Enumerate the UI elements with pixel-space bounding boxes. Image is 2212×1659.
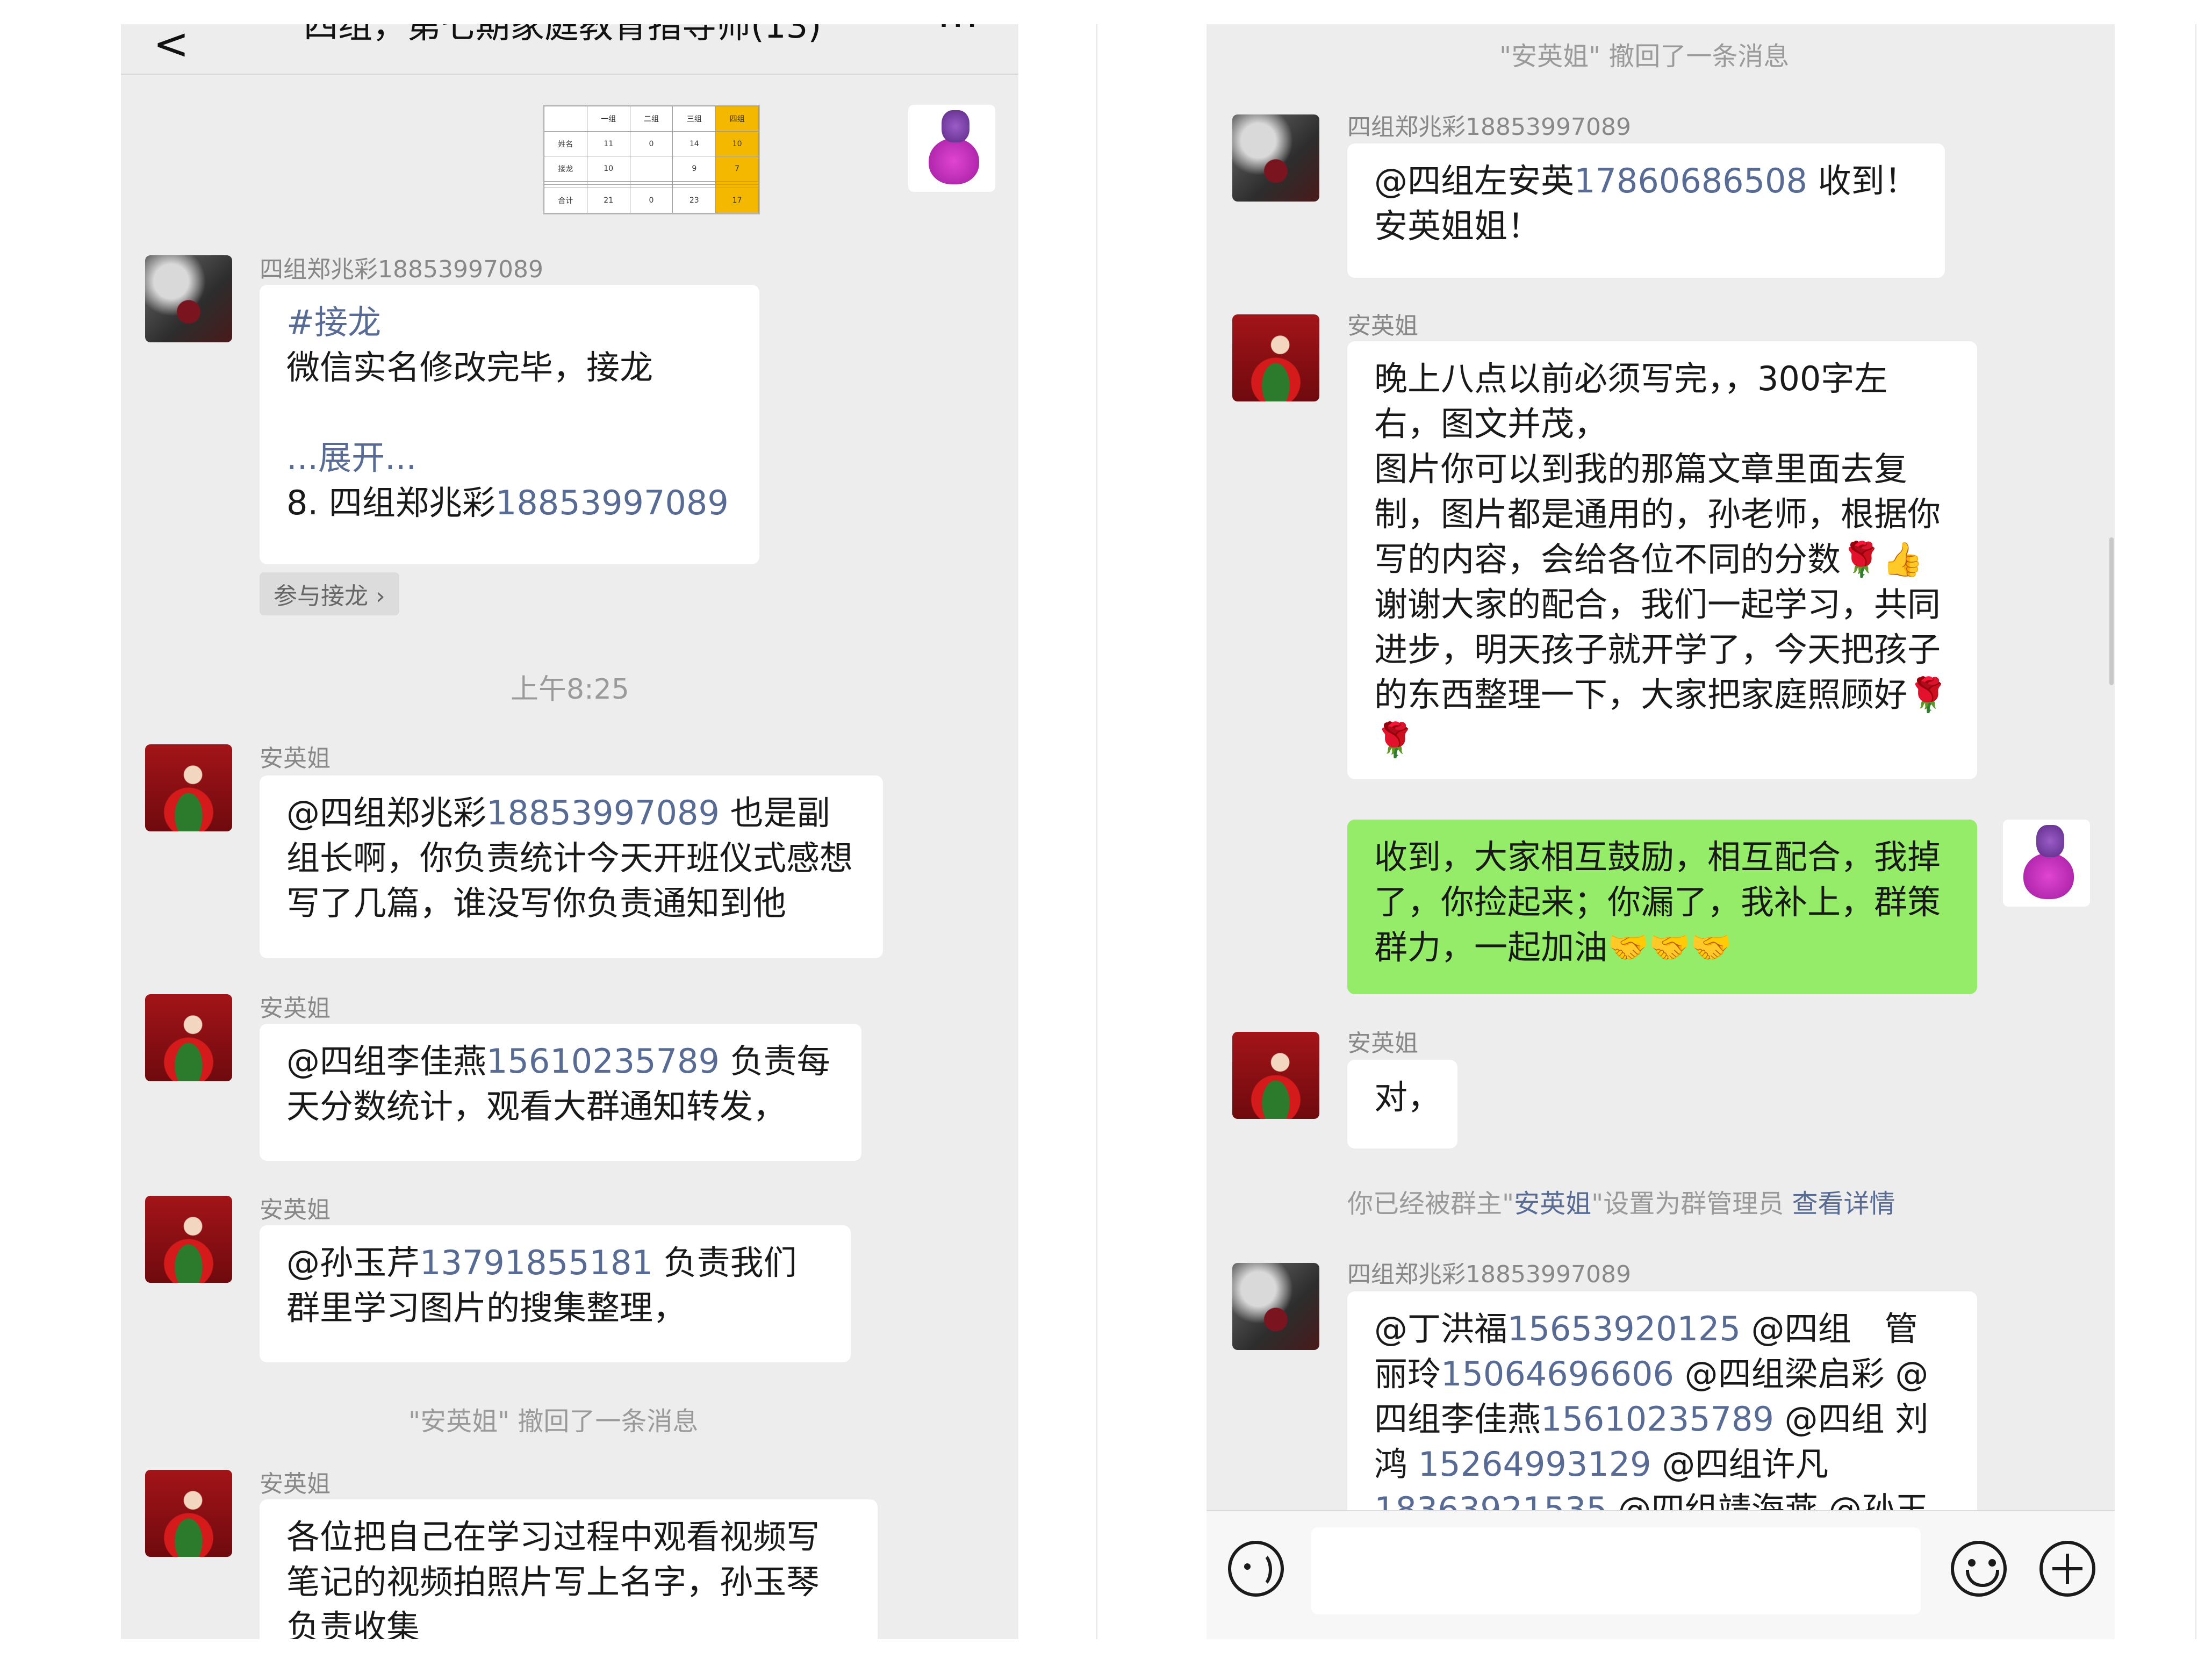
chat-title: 四组，第七期家庭教育指导师(13) <box>304 24 822 46</box>
avatar[interactable] <box>145 994 232 1081</box>
table-cell: 14 <box>672 131 716 157</box>
expand-link[interactable]: ...展开... <box>286 435 732 480</box>
table-cell: 0 <box>629 131 673 157</box>
timestamp: 上午8:25 <box>511 673 629 706</box>
phone-link[interactable]: 18853997089 <box>495 483 729 522</box>
self-avatar[interactable] <box>908 105 995 192</box>
sender-name: 四组郑兆彩18853997089 <box>1347 1261 1631 1288</box>
mention: @丁洪福 <box>1374 1309 1508 1348</box>
avatar[interactable] <box>145 1196 232 1283</box>
table-cell: 10 <box>715 131 759 157</box>
table-cell <box>629 156 673 182</box>
chat-screen-left[interactable]: < 四组，第七期家庭教育指导师(13) ··· 一组 二组 三组 四组 姓名 1… <box>121 24 1018 1639</box>
table-cell: 17 <box>715 188 759 213</box>
sender-name: 安英姐 <box>260 1196 331 1224</box>
phone-link[interactable]: 13791855181 <box>420 1243 653 1282</box>
recall-notice: "安英姐" 撤回了一条消息 <box>1499 41 1790 71</box>
avatar[interactable] <box>145 255 232 342</box>
voice-icon[interactable] <box>1228 1541 1284 1597</box>
message-bubble[interactable]: #接龙 微信实名修改完毕，接龙 ...展开... 8. 四组郑兆彩1885399… <box>260 285 759 564</box>
hashtag-link[interactable]: #接龙 <box>286 300 732 345</box>
table-header-cell: 四组 <box>715 106 759 132</box>
table-cell: 0 <box>629 188 673 213</box>
table-header-cell: 二组 <box>629 106 673 132</box>
chat-header: < 四组，第七期家庭教育指导师(13) ··· <box>121 24 1018 75</box>
sender-name: 安英姐 <box>260 995 331 1022</box>
message-bubble[interactable]: 对， <box>1347 1060 1457 1148</box>
table-cell: 合计 <box>544 188 587 213</box>
phone-link[interactable]: 15610235789 <box>1541 1399 1774 1439</box>
message-bubble[interactable]: @孙玉芹13791855181 负责我们群里学习图片的搜集整理， <box>260 1225 851 1362</box>
more-icon[interactable]: ··· <box>938 24 980 47</box>
mention: @四组左安英 <box>1374 161 1575 200</box>
avatar[interactable] <box>145 744 232 831</box>
scrollbar[interactable] <box>2109 537 2114 685</box>
notice-text: 你已经被群主" <box>1347 1189 1514 1219</box>
phone-link[interactable]: 17860686508 <box>1574 161 1807 200</box>
avatar[interactable] <box>1232 114 1319 202</box>
message-bubble[interactable]: @四组郑兆彩18853997089 也是副组长啊，你负责统计今天开班仪式感想写了… <box>260 775 883 958</box>
table-cell: 姓名 <box>544 131 587 157</box>
mention: @四组郑兆彩 <box>286 793 487 832</box>
sender-name: 安英姐 <box>1347 312 1418 340</box>
table-cell: 10 <box>586 156 630 182</box>
self-avatar[interactable] <box>2003 820 2090 907</box>
phone-link[interactable]: 15264993129 <box>1418 1445 1651 1484</box>
mention: @孙玉芹 <box>286 1243 420 1282</box>
table-cell: 21 <box>586 188 630 213</box>
message-text: 微信实名修改完毕，接龙 <box>286 348 653 387</box>
table-image-message[interactable]: 一组 二组 三组 四组 姓名 11 0 14 10 接龙 10 9 7 合计 2… <box>543 105 760 214</box>
recall-notice: "安英姐" 撤回了一条消息 <box>408 1406 699 1437</box>
table-header-cell <box>544 106 587 132</box>
avatar[interactable] <box>1232 1032 1319 1119</box>
admin-notice: 你已经被群主"安英姐"设置为群管理员 查看详情 <box>1347 1182 1895 1220</box>
message-input[interactable] <box>1311 1527 1921 1614</box>
table-cell: 接龙 <box>544 156 587 182</box>
emoji-icon[interactable] <box>1951 1541 2007 1597</box>
view-details-link[interactable]: 查看详情 <box>1792 1189 1895 1219</box>
mention: @四组李佳燕 <box>286 1042 487 1081</box>
table-cell: 9 <box>672 156 716 182</box>
score-table: 一组 二组 三组 四组 姓名 11 0 14 10 接龙 10 9 7 合计 2… <box>544 106 759 213</box>
message-bubble[interactable]: @四组李佳燕15610235789 负责每天分数统计，观看大群通知转发， <box>260 1024 861 1161</box>
table-cell: 7 <box>715 156 759 182</box>
screenshot-edge <box>2195 24 2196 1639</box>
table-cell: 11 <box>586 131 630 157</box>
phone-link[interactable]: 15610235789 <box>486 1042 720 1081</box>
avatar[interactable] <box>145 1470 232 1557</box>
table-cell: 23 <box>672 188 716 213</box>
avatar[interactable] <box>1232 314 1319 401</box>
notice-text: "设置为群管理员 <box>1591 1189 1784 1219</box>
message-bubble[interactable]: 各位把自己在学习过程中观看视频写笔记的视频拍照片写上名字，孙玉琴负责收集 <box>260 1499 878 1639</box>
phone-link[interactable]: 15064696606 <box>1441 1354 1674 1394</box>
phone-link[interactable]: 18853997089 <box>486 793 720 832</box>
screenshot-divider <box>1096 24 1097 1639</box>
self-message-bubble[interactable]: 收到，大家相互鼓励，相互配合，我掉了，你捡起来；你漏了，我补上，群策群力，一起加… <box>1347 820 1977 994</box>
back-icon[interactable]: < <box>153 24 189 69</box>
join-relay-button[interactable]: 参与接龙 › <box>260 572 399 615</box>
sender-name: 四组郑兆彩18853997089 <box>260 256 543 283</box>
message-bubble[interactable]: 晚上八点以前必须写完，，300字左右，图文并茂， 图片你可以到我的那篇文章里面去… <box>1347 341 1977 779</box>
message-bubble[interactable]: @四组左安英17860686508 收到！安英姐姐！ <box>1347 143 1945 278</box>
input-bar <box>1206 1510 2115 1639</box>
phone-link[interactable]: 15653920125 <box>1507 1309 1741 1348</box>
plus-icon[interactable] <box>2039 1541 2095 1597</box>
entry-text: 8. 四组郑兆彩 <box>286 483 495 522</box>
owner-link[interactable]: 安英姐 <box>1514 1189 1591 1219</box>
sender-name: 四组郑兆彩18853997089 <box>1347 113 1631 141</box>
avatar[interactable] <box>1232 1263 1319 1350</box>
chat-screen-right[interactable]: "安英姐" 撤回了一条消息 四组郑兆彩18853997089 @四组左安英178… <box>1206 24 2115 1639</box>
table-header-cell: 一组 <box>586 106 630 132</box>
sender-name: 安英姐 <box>1347 1030 1418 1057</box>
table-header-cell: 三组 <box>672 106 716 132</box>
sender-name: 安英姐 <box>260 1470 331 1498</box>
mention: @四组许凡 <box>1651 1445 1829 1484</box>
sender-name: 安英姐 <box>260 745 331 772</box>
